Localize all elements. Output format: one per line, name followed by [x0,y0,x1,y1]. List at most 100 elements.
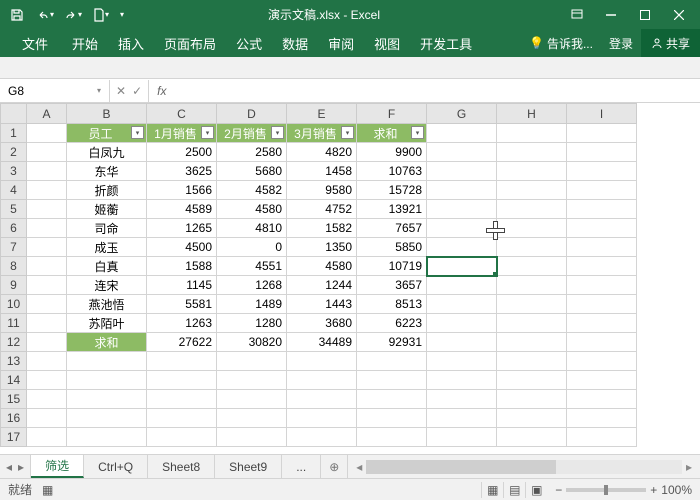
zoom-in-button[interactable]: + [650,483,657,497]
ribbon-options-button[interactable] [560,0,594,29]
row-header-9[interactable]: 9 [1,276,27,295]
name-box-input[interactable] [8,84,78,98]
cell[interactable] [217,371,287,390]
cell[interactable] [27,409,67,428]
cell[interactable]: 1443 [287,295,357,314]
name-box[interactable]: ▾ [0,80,110,102]
cell[interactable]: 2580 [217,143,287,162]
cell-emp-6[interactable]: 司命 [67,219,147,238]
col-header-I[interactable]: I [567,104,637,124]
col-header-A[interactable]: A [27,104,67,124]
macro-record-icon[interactable]: ▦ [42,483,53,497]
accept-formula-icon[interactable]: ✓ [132,84,142,98]
row-header-13[interactable]: 13 [1,352,27,371]
tab-formula[interactable]: 公式 [226,29,272,57]
cell-G9[interactable] [427,276,497,295]
row-header-1[interactable]: 1 [1,124,27,143]
cell[interactable] [427,390,497,409]
cell-G5[interactable] [427,200,497,219]
cell[interactable] [287,371,357,390]
cell[interactable]: 10763 [357,162,427,181]
cell[interactable] [497,352,567,371]
cell[interactable]: 1489 [217,295,287,314]
cell[interactable]: 27622 [147,333,217,352]
tab-developer[interactable]: 开发工具 [410,29,482,57]
cell-G11[interactable] [427,314,497,333]
cell-G4[interactable] [427,181,497,200]
cell[interactable] [287,352,357,371]
cell[interactable]: 10719 [357,257,427,276]
cell[interactable]: 1263 [147,314,217,333]
table-header-emp[interactable]: 员工▾ [67,124,147,143]
sheet-tab-4[interactable]: Sheet9 [215,455,282,478]
cell[interactable]: 15728 [357,181,427,200]
save-button[interactable] [4,3,30,27]
row-header-12[interactable]: 12 [1,333,27,352]
row-header-15[interactable]: 15 [1,390,27,409]
cell[interactable] [357,390,427,409]
cell[interactable] [217,428,287,447]
spreadsheet-grid[interactable]: ABCDEFGHI1员工▾1月销售▾2月销售▾3月销售▾求和▾2白凤九25002… [0,103,700,454]
cell[interactable] [567,409,637,428]
cell[interactable] [427,428,497,447]
cell-emp-10[interactable]: 燕池悟 [67,295,147,314]
add-sheet-button[interactable]: ⊕ [321,455,348,478]
col-header-H[interactable]: H [497,104,567,124]
cell-emp-4[interactable]: 折颜 [67,181,147,200]
cell-G10[interactable] [427,295,497,314]
zoom-level[interactable]: 100% [661,483,692,497]
cell[interactable]: 34489 [287,333,357,352]
tab-review[interactable]: 审阅 [318,29,364,57]
view-layout-button[interactable]: ▤ [503,482,525,498]
cell[interactable]: 2500 [147,143,217,162]
cell[interactable] [497,390,567,409]
cell-G7[interactable] [427,238,497,257]
fx-label[interactable]: fx [148,80,174,102]
cell[interactable]: 6223 [357,314,427,333]
cell[interactable]: 4810 [217,219,287,238]
row-header-16[interactable]: 16 [1,409,27,428]
cell[interactable] [357,409,427,428]
cell[interactable] [217,409,287,428]
filter-icon[interactable]: ▾ [271,126,284,139]
cell-G6[interactable] [427,219,497,238]
cell-emp-11[interactable]: 苏陌叶 [67,314,147,333]
row-header-3[interactable]: 3 [1,162,27,181]
minimize-button[interactable] [594,0,628,29]
cell[interactable] [67,352,147,371]
zoom-slider[interactable] [566,488,646,492]
cell[interactable]: 4589 [147,200,217,219]
cell[interactable] [27,428,67,447]
qat-customize[interactable]: ▾ [116,3,128,27]
view-normal-button[interactable]: ▦ [481,482,503,498]
cell[interactable]: 1582 [287,219,357,238]
sheet-tab-3[interactable]: Sheet8 [148,455,215,478]
share-button[interactable]: 共享 [641,29,700,57]
cell[interactable]: 1588 [147,257,217,276]
cell-emp-8[interactable]: 白真 [67,257,147,276]
row-header-14[interactable]: 14 [1,371,27,390]
cell[interactable] [147,352,217,371]
cell[interactable] [147,371,217,390]
row-header-7[interactable]: 7 [1,238,27,257]
cell[interactable]: 3657 [357,276,427,295]
cell-G2[interactable] [427,143,497,162]
cell[interactable]: 1458 [287,162,357,181]
cell[interactable]: 7657 [357,219,427,238]
cell[interactable]: 1244 [287,276,357,295]
zoom-control[interactable]: − + 100% [555,483,692,497]
row-header-2[interactable]: 2 [1,143,27,162]
tab-file[interactable]: 文件 [8,29,62,57]
total-label[interactable]: 求和 [67,333,147,352]
cell[interactable] [357,371,427,390]
cell[interactable] [287,409,357,428]
filter-icon[interactable]: ▾ [201,126,214,139]
sheet-tab-1[interactable]: 筛选 [31,455,84,478]
cell[interactable]: 1145 [147,276,217,295]
cell[interactable]: 4500 [147,238,217,257]
tab-data[interactable]: 数据 [272,29,318,57]
cell[interactable] [217,390,287,409]
tab-home[interactable]: 开始 [62,29,108,57]
cell[interactable]: 0 [217,238,287,257]
cell-emp-7[interactable]: 成玉 [67,238,147,257]
